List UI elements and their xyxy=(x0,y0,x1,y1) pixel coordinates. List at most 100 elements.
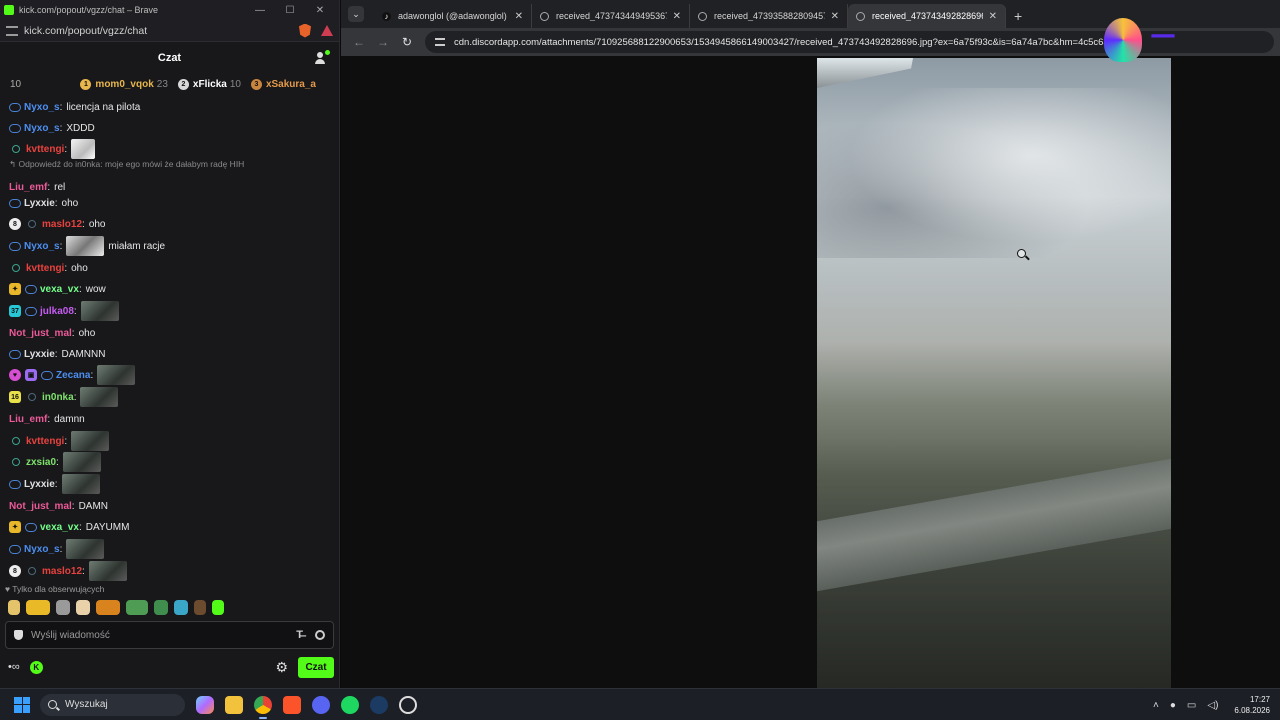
chat-emote[interactable] xyxy=(62,452,101,472)
chat-emote[interactable] xyxy=(66,539,105,559)
chat-username[interactable]: Zecana xyxy=(56,370,90,381)
chat-emote[interactable] xyxy=(61,474,100,494)
chat-message[interactable]: Nyxo_s: xyxy=(0,539,335,559)
chat-emote[interactable] xyxy=(80,301,119,321)
aerial-city-photo[interactable] xyxy=(817,58,1171,688)
emote-cigar-icon[interactable] xyxy=(194,599,206,615)
emote-frog-icon[interactable] xyxy=(126,599,148,615)
chat-username[interactable]: Nyxo_s xyxy=(24,102,60,113)
chat-message[interactable]: Lyxxie: oho xyxy=(0,193,335,213)
chat-message[interactable]: Liu_emf: damnn xyxy=(0,409,335,429)
emote-skull-icon[interactable] xyxy=(8,599,20,615)
copilot-icon[interactable] xyxy=(196,695,214,714)
emote-fire-icon[interactable] xyxy=(96,599,120,615)
taskbar-clock[interactable]: 17:27 6.08.2026 xyxy=(1234,694,1270,716)
network-icon[interactable]: ▭ xyxy=(1187,700,1196,711)
file-explorer-icon[interactable] xyxy=(225,695,243,714)
chat-message[interactable]: 16 in0nka: xyxy=(0,387,335,407)
chat-username[interactable]: Lyxxie xyxy=(24,479,55,490)
chrome-icon[interactable] xyxy=(254,695,272,719)
chat-message[interactable]: ✦ vexa_vx: DAYUMM xyxy=(0,517,335,537)
chat-window-titlebar[interactable]: kick.com/popout/vgzz/chat – Brave — ☐ ✕ xyxy=(0,0,339,20)
emote-clap-icon[interactable] xyxy=(26,599,50,615)
translate-icon[interactable]: T̶ xyxy=(296,629,303,641)
chat-message[interactable]: 8 maslo12: oho xyxy=(0,214,335,234)
close-icon[interactable]: ✕ xyxy=(305,5,335,16)
tab-search-icon[interactable]: ⌄ xyxy=(348,6,364,22)
tab-close-icon[interactable]: ✕ xyxy=(515,11,523,22)
chat-username[interactable]: Nyxo_s xyxy=(24,123,60,134)
chat-emote[interactable] xyxy=(88,561,127,581)
browser-tab[interactable]: received_473935882809457.jpg ✕ xyxy=(690,4,848,28)
chat-identity-icon[interactable] xyxy=(14,630,23,640)
chat-emote[interactable] xyxy=(80,387,119,407)
chat-message[interactable]: Nyxo_s: XDDD xyxy=(0,118,335,138)
chat-message[interactable]: ✦ vexa_vx: wow xyxy=(0,279,335,299)
chat-username[interactable]: Nyxo_s xyxy=(24,544,60,555)
chat-username[interactable]: Nyxo_s xyxy=(24,241,60,252)
brave-icon[interactable] xyxy=(283,695,301,714)
windows-start-icon[interactable] xyxy=(14,696,30,713)
chat-message[interactable]: Not_just_mal: DAMN xyxy=(0,496,335,516)
chat-username[interactable]: kvttengi xyxy=(26,436,64,447)
brave-rewards-icon[interactable] xyxy=(321,25,333,36)
browser-tab[interactable]: received_473743492828696.jpg ✕ xyxy=(848,4,1006,28)
emote-ghost-icon[interactable] xyxy=(212,599,224,615)
leaderboard-entry[interactable]: 3 xSakura_a xyxy=(250,78,319,90)
tab-close-icon[interactable]: ✕ xyxy=(989,11,997,22)
chat-username[interactable]: in0nka xyxy=(42,392,74,403)
chat-message[interactable]: zxsia0: xyxy=(0,452,335,472)
discord-icon[interactable] xyxy=(312,695,330,714)
taskbar-search[interactable]: Wyszukaj xyxy=(40,693,185,716)
chat-emote[interactable] xyxy=(71,139,96,159)
chat-message-list[interactable]: ↰ Odpowiedź do in0nka: moje ego mówi że … xyxy=(0,95,340,585)
steam-icon[interactable] xyxy=(370,695,388,714)
kick-k-icon[interactable]: K xyxy=(29,660,43,674)
emote-egg-icon[interactable] xyxy=(76,599,90,615)
brave-shield-icon[interactable] xyxy=(299,23,311,38)
reload-icon[interactable]: ↻ xyxy=(395,35,419,49)
chat-username[interactable]: kvttengi xyxy=(26,263,64,274)
new-tab-icon[interactable]: + xyxy=(1014,8,1022,24)
tray-chevron-icon[interactable]: ˄ xyxy=(1153,700,1159,711)
site-info-icon[interactable] xyxy=(435,38,445,46)
chat-message[interactable]: Nyxo_s: miałam racje xyxy=(0,236,335,256)
chat-message-input[interactable] xyxy=(31,629,297,641)
back-arrow-icon[interactable]: ← xyxy=(347,35,371,49)
chat-username[interactable]: maslo12 xyxy=(42,219,82,230)
chat-username[interactable]: zxsia0 xyxy=(26,457,56,468)
emote-cat-icon[interactable] xyxy=(174,599,188,615)
screen-recorder-icon[interactable] xyxy=(399,695,417,714)
emote-face-icon[interactable] xyxy=(56,599,70,615)
tab-close-icon[interactable]: ✕ xyxy=(673,11,681,22)
chat-message[interactable]: kvttengi: oho xyxy=(0,258,335,278)
chat-username[interactable]: kvttengi xyxy=(26,144,64,155)
chat-username[interactable]: maslo12 xyxy=(42,566,82,577)
chat-username[interactable]: Liu_emf xyxy=(9,414,47,425)
chat-username[interactable]: julka08 xyxy=(40,306,74,317)
chat-emote[interactable] xyxy=(66,236,105,256)
maximize-icon[interactable]: ☐ xyxy=(275,5,305,16)
chat-username[interactable]: Not_just_mal xyxy=(9,501,72,512)
chat-username[interactable]: vexa_vx xyxy=(40,284,79,295)
emoji-picker-icon[interactable] xyxy=(315,630,325,640)
chat-message[interactable]: Lyxxie: DAMNNN xyxy=(0,344,335,364)
forward-arrow-icon[interactable]: → xyxy=(371,35,395,49)
chat-message[interactable]: ♥ ▣ Zecana: xyxy=(0,365,335,385)
chat-username[interactable]: Lyxxie xyxy=(24,349,55,360)
chat-message[interactable]: Nyxo_s: licencja na pilota xyxy=(0,97,335,117)
chat-message[interactable]: Not_just_mal: oho xyxy=(0,323,335,343)
spotify-icon[interactable] xyxy=(341,695,359,714)
chat-message[interactable]: kvttengi: xyxy=(0,139,335,159)
chat-message[interactable]: 37 julka08: xyxy=(0,301,335,321)
emote-frog2-icon[interactable] xyxy=(154,599,168,615)
browser-tab[interactable]: received_473743449495367.jpg ✕ xyxy=(532,4,690,28)
chat-emote[interactable] xyxy=(71,431,110,451)
chat-users-icon[interactable] xyxy=(315,50,330,64)
chat-settings-gear-icon[interactable]: ⚙ xyxy=(275,659,288,676)
volume-icon[interactable]: ◁) xyxy=(1207,700,1218,711)
chat-message[interactable]: kvttengi: xyxy=(0,431,335,451)
send-chat-button[interactable]: Czat xyxy=(298,656,334,678)
chat-username[interactable]: Lyxxie xyxy=(24,198,55,209)
chat-message[interactable]: 8 maslo12: xyxy=(0,561,335,581)
